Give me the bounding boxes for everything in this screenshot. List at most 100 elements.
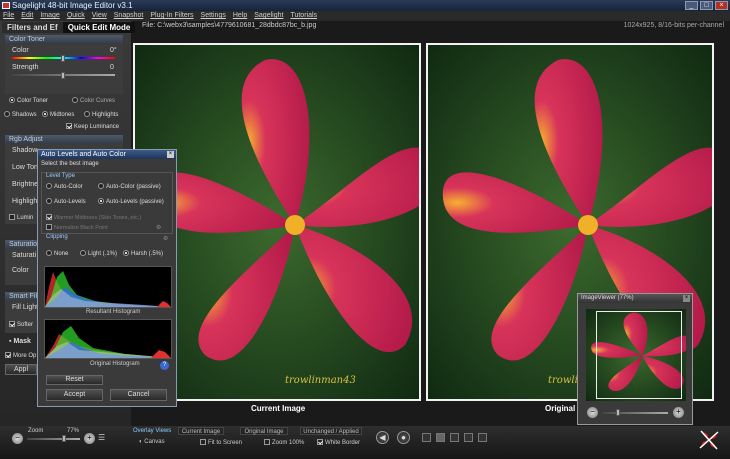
rgb-item-shadow: Shadow [12,147,38,154]
watermark-text: trowlinman43 [285,375,356,386]
current-image-caption: Current Image [251,404,306,413]
clip-harsh-option[interactable]: Harsh (.5%) [123,250,163,257]
menu-image[interactable]: Image [40,11,59,21]
color-toner-option[interactable]: Color Toner [9,97,48,104]
zoom-value: 77% [67,428,80,434]
normalize-black-checkbox[interactable]: Normalize Black Point [46,224,108,231]
viewer-zoom-out-button[interactable]: − [587,407,598,418]
clip-none-option[interactable]: None [46,250,68,257]
auto-levels-option[interactable]: Auto-Levels [46,198,86,205]
warmer-midtones-checkbox[interactable]: Warmer Midtones (Skin Tones, etc.) [46,214,141,221]
menu-help[interactable]: Help [233,11,247,21]
arrow-left-icon: ◀ [379,433,386,442]
menu-quick[interactable]: Quick [67,11,85,21]
file-path: File: C:\webx3\samples\4779610681_28dbdc… [142,22,317,29]
tab-current-image[interactable]: Current Image [178,427,224,435]
saturation-item: Saturati [12,252,37,259]
zoom-out-button[interactable]: − [12,433,23,444]
original-histogram [44,319,172,359]
zoom-in-button[interactable]: + [84,433,95,444]
tab-quick-edit[interactable]: Quick Edit Mode [62,22,136,33]
white-border-checkbox[interactable]: White Border [317,439,360,446]
settings-icon[interactable]: ⚙ [156,224,161,231]
zoom-slider-thumb[interactable] [62,435,66,442]
tab-filters[interactable]: Filters and Ef [2,22,63,33]
menu-edit[interactable]: Edit [21,11,33,21]
level-type-label: Level Type [46,173,75,179]
dialog-subtitle: Select the best image [41,161,99,167]
color-toner-header[interactable]: Color Toner [5,35,123,44]
menu-file[interactable]: File [3,11,14,21]
zoom-menu-icon[interactable]: ☰ [98,433,105,442]
menu-plugin-filters[interactable]: Plug-In Filters [150,11,193,21]
zoom-100-checkbox[interactable]: Zoom 100% [264,439,304,446]
menu-settings[interactable]: Settings [201,11,226,21]
color-slider-label: Color [12,47,29,54]
app-icon [2,2,10,9]
flower-current: trowlinman43 [135,45,419,399]
zoom-slider[interactable] [27,438,80,440]
menu-sagelight[interactable]: Sagelight [254,11,283,21]
keep-luminance-checkbox[interactable]: Keep Luminance [66,123,119,130]
cancel-button[interactable]: Cancel [110,389,167,401]
help-icon[interactable]: ? [160,361,169,370]
highlights-option[interactable]: Highlights [84,111,118,118]
viewer-viewport-rect[interactable] [596,311,682,399]
original-histogram-label: Original Histogram [90,361,140,367]
menu-snapshot[interactable]: Snapshot [114,11,144,21]
dialog-title: Auto Levels and Auto Color [38,150,176,159]
clipping-settings-icon[interactable]: ⚙ [163,235,168,242]
more-options-checkbox[interactable]: More Op [5,352,36,359]
next-button[interactable]: ● [397,431,410,444]
viewer-thumbnail[interactable] [586,309,686,401]
arrow-right-icon: ● [401,433,406,442]
mask-button[interactable]: ▪ Mask [9,338,31,345]
viewer-zoom-slider[interactable] [602,412,668,414]
accept-button[interactable]: Accept [46,389,103,401]
fit-to-screen-checkbox[interactable]: Fit to Screen [200,439,242,446]
title-bar: Sagelight 48-bit Image Editor v3.1 [0,0,730,11]
reset-button[interactable]: Reset [46,375,103,385]
softer-checkbox[interactable]: Softer [9,321,33,328]
auto-color-option[interactable]: Auto-Color [46,183,83,190]
menu-bar: File Edit Image Quick View Snapshot Plug… [0,11,730,21]
shadows-option[interactable]: Shadows [4,111,37,118]
viewer-zoom-in-button[interactable]: + [673,407,684,418]
strength-slider-thumb[interactable] [61,72,65,79]
previous-button[interactable]: ◀ [376,431,389,444]
layout-single-icon[interactable] [422,433,431,442]
viewer-close-icon[interactable]: × [683,295,690,302]
layout-vertical-icon[interactable] [464,433,473,442]
menu-tutorials[interactable]: Tutorials [290,11,317,21]
layout-compare-icon[interactable] [478,433,487,442]
minimize-button[interactable]: _ [685,1,698,10]
image-dimensions: 1024x925, 8/16-bits per-channel [623,22,724,29]
color-slider-value: 0° [110,47,117,54]
color-curves-option[interactable]: Color Curves [72,97,115,104]
canvas-button[interactable]: ◐ Canvas [139,439,165,445]
apply-button[interactable]: Appl [5,364,37,375]
rgb-adjust-header[interactable]: Rgb Adjust [5,135,123,144]
tab-original-image[interactable]: Original Image [240,427,288,435]
rgb-item-highlights: Highlight [12,198,40,205]
clip-light-option[interactable]: Light (.1%) [80,250,117,257]
color-slider-thumb[interactable] [61,55,65,62]
menu-view[interactable]: View [92,11,107,21]
dialog-close-icon[interactable]: × [167,151,174,158]
maximize-button[interactable]: □ [700,1,713,10]
original-image-caption: Original I [545,404,580,413]
auto-color-passive-option[interactable]: Auto-Color (passive) [98,183,161,190]
viewer-zoom-thumb[interactable] [616,409,620,416]
resultant-histogram-label: Resultant Histogram [86,309,141,315]
auto-levels-passive-option[interactable]: Auto-Levels (passive) [98,198,164,205]
saturation-color-item: Color [12,267,29,274]
auto-levels-dialog: Auto Levels and Auto Color × Select the … [37,149,177,407]
clipping-label: Clipping [46,234,68,240]
layout-split-icon[interactable] [436,433,445,442]
rgb-item-low-tones: Low Ton [12,164,38,171]
midtones-option[interactable]: Midtones [42,111,74,118]
luminance-checkbox[interactable]: Lumin [9,214,33,221]
close-button[interactable]: × [715,1,728,10]
layout-side-by-side-icon[interactable] [450,433,459,442]
tab-unchanged-applied[interactable]: Unchanged / Applied [300,427,362,435]
